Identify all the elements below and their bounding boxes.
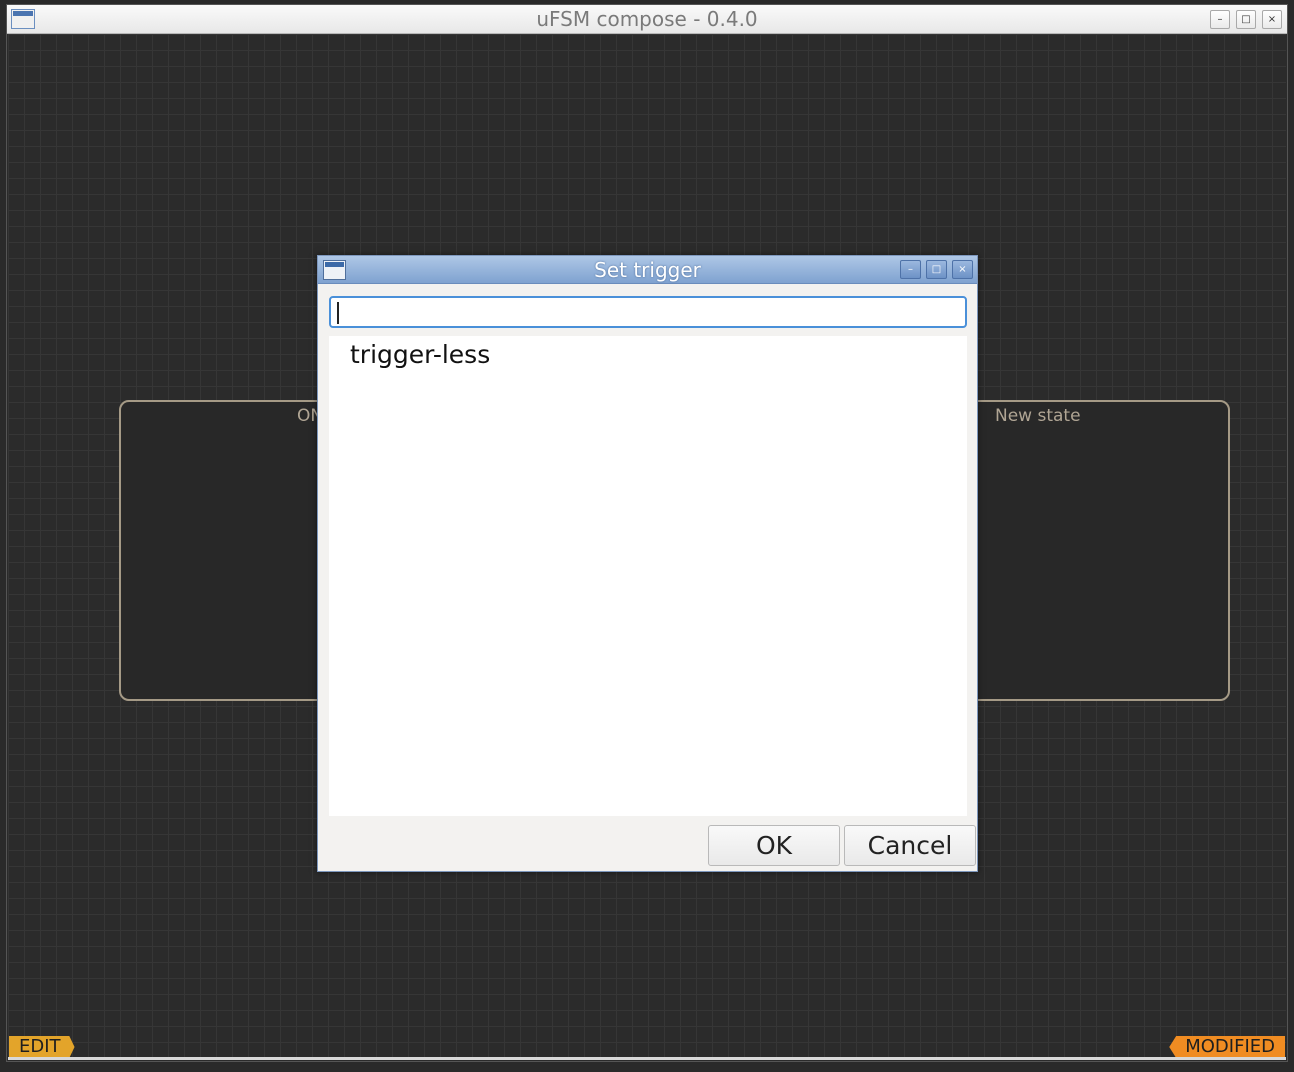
dialog-maximize-button[interactable]: □ <box>926 260 947 279</box>
dialog-titlebar[interactable]: Set trigger – □ × <box>318 256 977 284</box>
edit-mode-tag: EDIT <box>9 1036 75 1058</box>
cancel-button[interactable]: Cancel <box>844 825 976 866</box>
window-close-button[interactable]: × <box>1262 10 1282 29</box>
list-item[interactable]: trigger-less <box>350 340 490 369</box>
status-bar <box>8 1057 1286 1060</box>
dialog-close-button[interactable]: × <box>952 260 973 279</box>
state-label: New state <box>995 406 1081 426</box>
dialog-minimize-button[interactable]: – <box>900 260 921 279</box>
modified-status-tag: MODIFIED <box>1169 1036 1285 1058</box>
window-title: uFSM compose - 0.4.0 <box>536 7 758 31</box>
window-titlebar[interactable]: uFSM compose - 0.4.0 – □ × <box>7 5 1287 34</box>
set-trigger-dialog: Set trigger – □ × trigger-less OK Cancel <box>317 255 978 872</box>
window-maximize-button[interactable]: □ <box>1236 10 1256 29</box>
text-cursor <box>337 302 339 324</box>
trigger-search-input[interactable] <box>329 296 967 328</box>
trigger-list[interactable]: trigger-less <box>329 336 967 816</box>
window-minimize-button[interactable]: – <box>1210 10 1230 29</box>
ok-button[interactable]: OK <box>708 825 840 866</box>
dialog-title: Set trigger <box>594 258 701 282</box>
